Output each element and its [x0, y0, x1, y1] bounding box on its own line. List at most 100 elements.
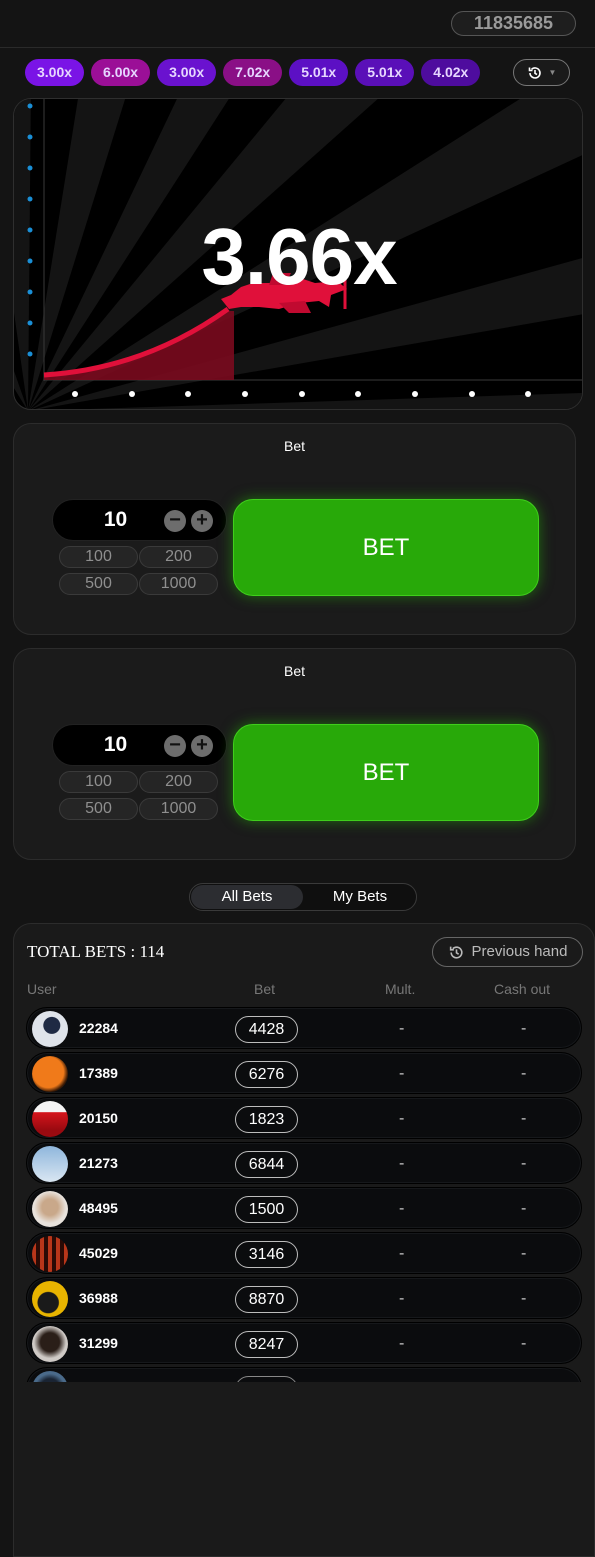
user-id: 36988: [79, 1290, 118, 1306]
history-pill[interactable]: 5.01x: [289, 59, 349, 86]
multiplier-value: -: [399, 1290, 405, 1307]
history-pill[interactable]: 6.00x: [91, 59, 151, 86]
multiplier-value: -: [399, 1110, 405, 1127]
quick-amount-button[interactable]: 200: [139, 546, 218, 568]
bet-amount-field[interactable]: 10 − +: [52, 499, 227, 541]
avatar: [32, 1371, 68, 1382]
cashout-value: -: [521, 1110, 527, 1127]
column-header-bet: Bet: [254, 981, 276, 997]
balance-display: 11835685: [451, 11, 576, 36]
user-id: 20150: [79, 1110, 118, 1126]
current-multiplier: 3.66x: [201, 212, 397, 301]
avatar: [32, 1056, 68, 1092]
bet-amount: 1823: [235, 1106, 298, 1133]
cashout-value: -: [521, 1065, 527, 1082]
user-id: 48495: [79, 1200, 118, 1216]
history-pill[interactable]: 3.00x: [25, 59, 85, 86]
quick-amount-button[interactable]: 100: [59, 771, 138, 793]
bet-amount: 3146: [235, 1241, 298, 1268]
bets-list-panel: TOTAL BETS : 114 Previous hand User Bet …: [13, 923, 595, 1557]
multiplier-value: -: [399, 1335, 405, 1352]
cashout-value: -: [521, 1200, 527, 1217]
plus-icon[interactable]: +: [191, 510, 213, 532]
quick-amount-button[interactable]: 1000: [139, 798, 218, 820]
avatar: [32, 1191, 68, 1227]
multiplier-history: 3.00x 6.00x 3.00x 7.02x 5.01x 5.01x 4.02…: [25, 59, 481, 86]
column-header-cashout: Cash out: [494, 981, 551, 997]
multiplier-value: -: [399, 1020, 405, 1037]
cashout-value: -: [521, 1290, 527, 1307]
table-row: 45029 3146 - -: [26, 1232, 582, 1274]
bet-amount: 1500: [235, 1196, 298, 1223]
avatar: [32, 1146, 68, 1182]
table-row: 21273 6844 - -: [26, 1142, 582, 1184]
total-bets-label: TOTAL BETS : 114: [27, 942, 165, 961]
multiplier-value: -: [399, 1245, 405, 1262]
bet-panel-2: Bet 10 − + 100 200 500 1000 BET: [13, 648, 576, 860]
bets-tabs: All Bets My Bets: [189, 883, 417, 911]
minus-icon[interactable]: −: [164, 735, 186, 757]
multiplier-value: -: [399, 1065, 405, 1082]
tab-my-bets[interactable]: My Bets: [304, 885, 416, 909]
x-axis-dots: [72, 391, 531, 397]
bet-amount: 4428: [235, 1016, 298, 1043]
previous-hand-label: Previous hand: [471, 943, 568, 960]
history-pill[interactable]: 7.02x: [223, 59, 283, 86]
user-id: 31299: [79, 1335, 118, 1351]
bet-panel-title: Bet: [283, 663, 305, 679]
previous-hand-button[interactable]: Previous hand: [432, 937, 583, 967]
bet-button[interactable]: BET: [233, 499, 539, 596]
chevron-down-icon: ▼: [548, 68, 557, 77]
bet-amount: 8247: [235, 1331, 298, 1358]
avatar: [32, 1101, 68, 1137]
avatar: [32, 1281, 68, 1317]
plus-icon[interactable]: +: [191, 735, 213, 757]
quick-amount-button[interactable]: 500: [59, 798, 138, 820]
bets-rows: 22284 4428 - - 17389 6276 - - 20150 1823…: [26, 1007, 584, 1382]
quick-amount-button[interactable]: 500: [59, 573, 138, 595]
history-pill[interactable]: 5.01x: [355, 59, 415, 86]
bet-amount: 6276: [235, 1061, 298, 1088]
quick-amount-button[interactable]: 200: [139, 771, 218, 793]
table-row: 36988 8870 - -: [26, 1277, 582, 1319]
top-bar: 11835685: [0, 0, 595, 48]
bet-button[interactable]: BET: [233, 724, 539, 821]
history-icon: [528, 66, 541, 79]
table-row: 22284 4428 - -: [26, 1007, 582, 1049]
bet-amount-field[interactable]: 10 − +: [52, 724, 227, 766]
table-row-partial: [26, 1367, 582, 1382]
multiplier-value: -: [399, 1200, 405, 1217]
bet-amount: 8870: [235, 1286, 298, 1313]
quick-amount-button[interactable]: 100: [59, 546, 138, 568]
history-pill[interactable]: 4.02x: [421, 59, 481, 86]
avatar: [32, 1326, 68, 1362]
user-id: 22284: [79, 1020, 118, 1036]
avatar: [32, 1011, 68, 1047]
minus-icon[interactable]: −: [164, 510, 186, 532]
cashout-value: -: [521, 1245, 527, 1262]
bet-panel-title: Bet: [283, 438, 305, 454]
bet-amount-value[interactable]: 10: [53, 725, 178, 765]
multiplier-value: -: [399, 1155, 405, 1172]
column-header-mult: Mult.: [385, 981, 416, 997]
history-dropdown-button[interactable]: ▼: [513, 59, 570, 86]
quick-amount-button[interactable]: 1000: [139, 573, 218, 595]
column-header-user: User: [27, 981, 57, 997]
bet-amount-partial: [235, 1376, 298, 1382]
cashout-value: -: [521, 1155, 527, 1172]
history-icon: [449, 945, 463, 959]
bet-amount: 6844: [235, 1151, 298, 1178]
table-row: 20150 1823 - -: [26, 1097, 582, 1139]
user-id: 21273: [79, 1155, 118, 1171]
tab-all-bets[interactable]: All Bets: [191, 885, 303, 909]
cashout-value: -: [521, 1020, 527, 1037]
avatar: [32, 1236, 68, 1272]
bet-amount-value[interactable]: 10: [53, 500, 178, 540]
table-row: 48495 1500 - -: [26, 1187, 582, 1229]
user-id: 45029: [79, 1245, 118, 1261]
history-pill[interactable]: 3.00x: [157, 59, 217, 86]
cashout-value: -: [521, 1335, 527, 1352]
bet-panel-1: Bet 10 − + 100 200 500 1000 BET: [13, 423, 576, 635]
table-row: 31299 8247 - -: [26, 1322, 582, 1364]
table-row: 17389 6276 - -: [26, 1052, 582, 1094]
